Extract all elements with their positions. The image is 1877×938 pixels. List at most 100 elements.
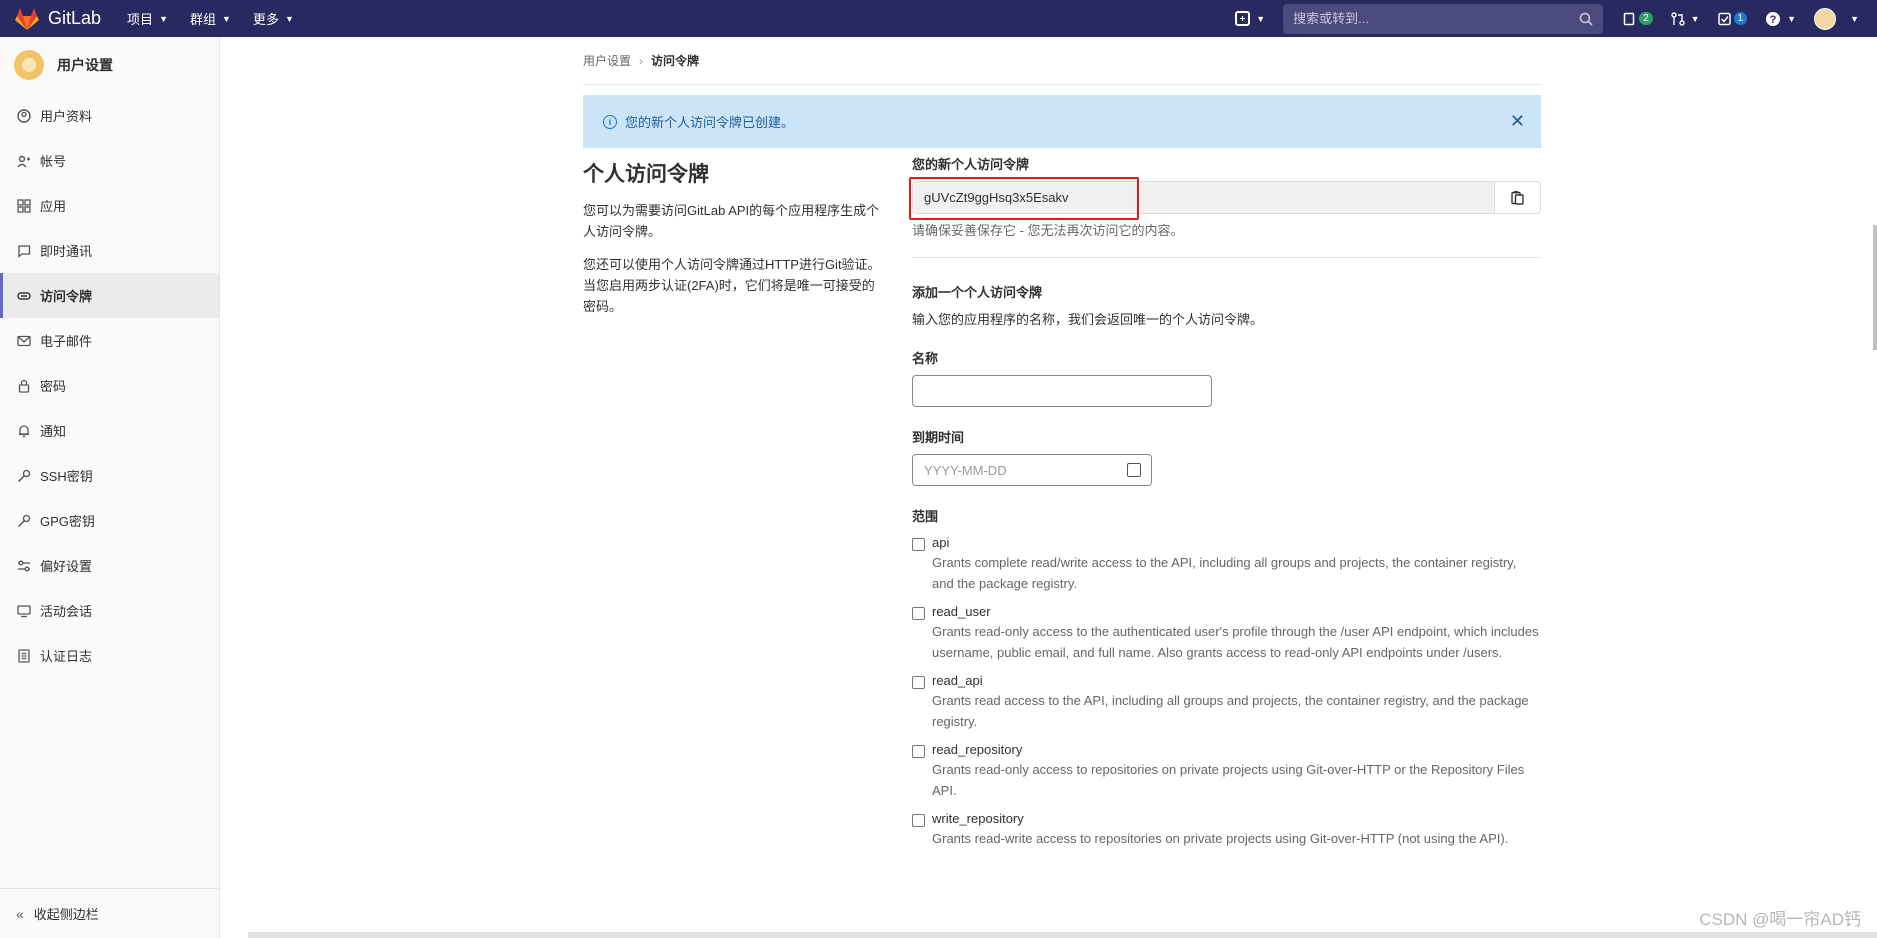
- sidebar-item-notifications[interactable]: 通知: [0, 408, 219, 453]
- copy-token-button[interactable]: [1494, 182, 1540, 213]
- breadcrumb-current[interactable]: 访问令牌: [651, 52, 699, 69]
- merge-requests-button[interactable]: ▼: [1670, 11, 1700, 26]
- divider: [912, 257, 1541, 258]
- chevron-down-icon: ▼: [284, 13, 294, 24]
- scope-name[interactable]: write_repository: [932, 811, 1508, 826]
- sidebar-item-applications[interactable]: 应用: [0, 183, 219, 228]
- top-navbar: GitLab 项目 ▼ 群组 ▼ 更多 ▼ ▼ 2 ▼ 1: [0, 0, 1877, 37]
- watermark: CSDN @喝一帘AD钙: [1699, 910, 1861, 929]
- scope-name[interactable]: read_api: [932, 673, 1541, 688]
- sidebar-item-label: 通知: [40, 424, 67, 439]
- sidebar-item-label: 偏好设置: [40, 559, 93, 574]
- sidebar-item-active-sessions[interactable]: 活动会话: [0, 588, 219, 633]
- plus-icon: [1235, 11, 1251, 26]
- sidebar-item-label: 用户资料: [40, 109, 93, 124]
- user-menu-button[interactable]: ▼: [1814, 7, 1859, 30]
- menu-more[interactable]: 更多 ▼: [253, 9, 294, 28]
- sidebar-item-profile[interactable]: 用户资料: [0, 93, 219, 138]
- sidebar-item-label: 访问令牌: [40, 289, 93, 304]
- sidebar-item-access-tokens[interactable]: 访问令牌: [0, 273, 219, 318]
- close-icon[interactable]: ✕: [1510, 111, 1525, 132]
- monitor-icon: [16, 603, 32, 619]
- help-button[interactable]: ? ▼: [1765, 11, 1796, 27]
- scope-read-repository: read_repository Grants read-only access …: [912, 742, 1541, 801]
- token-form: 您的新个人访问令牌 gUVcZt9ggHsq3x5Esakv 请确保妥善保存它 …: [909, 154, 1541, 849]
- horizontal-scrollbar[interactable]: [248, 932, 1877, 938]
- chevron-down-icon: ▼: [159, 13, 168, 24]
- intro-paragraph-1: 您可以为需要访问GitLab API的每个应用程序生成个人访问令牌。: [583, 203, 880, 239]
- chevron-down-icon: ▼: [222, 13, 231, 24]
- highlight-box: [909, 177, 1139, 220]
- avatar: [14, 50, 44, 80]
- merge-request-icon: [1670, 11, 1685, 26]
- sidebar-item-preferences[interactable]: 偏好设置: [0, 543, 219, 588]
- sidebar-item-chat[interactable]: 即时通讯: [0, 228, 219, 273]
- intro-section: 个人访问令牌 您可以为需要访问GitLab API的每个应用程序生成个人访问令牌…: [583, 154, 883, 329]
- scope-checkbox[interactable]: [912, 814, 925, 827]
- settings-sidebar: 用户设置 用户资料 帐号 应用 即时通讯 访问令牌 电子邮件 密码 通知 SSH…: [0, 37, 220, 938]
- scope-checkbox[interactable]: [912, 745, 925, 758]
- scope-description: Grants read-only access to the authentic…: [932, 624, 1539, 660]
- search-input[interactable]: [1293, 11, 1580, 26]
- calendar-icon[interactable]: [1127, 463, 1141, 477]
- scope-checkbox[interactable]: [912, 607, 925, 620]
- chevron-down-icon: ▼: [1690, 13, 1700, 24]
- collapse-sidebar-button[interactable]: « 收起侧边栏: [0, 888, 220, 938]
- todos-count-badge: 1: [1733, 12, 1748, 25]
- issues-icon: [1623, 12, 1635, 25]
- sidebar-item-label: 活动会话: [40, 604, 93, 619]
- scope-description: Grants read-write access to repositories…: [932, 831, 1509, 846]
- scope-name[interactable]: api: [932, 535, 1541, 550]
- add-token-subheading: 输入您的应用程序的名称，我们会返回唯一的个人访问令牌。: [912, 312, 1264, 327]
- new-dropdown-button[interactable]: ▼: [1235, 11, 1265, 26]
- menu-more-label: 更多: [252, 12, 279, 27]
- double-chevron-left-icon: «: [16, 905, 24, 922]
- add-token-heading: 添加一个个人访问令牌: [912, 285, 1043, 300]
- chevron-down-icon: ▼: [1256, 13, 1266, 24]
- sidebar-item-gpg-keys[interactable]: GPG密钥: [0, 498, 219, 543]
- svg-text:?: ?: [1770, 14, 1777, 26]
- sidebar-title: 用户设置: [57, 57, 113, 73]
- search-box[interactable]: [1283, 3, 1604, 34]
- chevron-right-icon: ›: [639, 53, 644, 68]
- sidebar-item-label: 即时通讯: [40, 244, 93, 259]
- menu-groups[interactable]: 群组 ▼: [190, 9, 231, 28]
- sidebar-item-password[interactable]: 密码: [0, 363, 219, 408]
- breadcrumb-parent[interactable]: 用户设置: [583, 52, 631, 69]
- menu-projects-label: 项目: [127, 12, 154, 27]
- vertical-scrollbar[interactable]: [1873, 225, 1877, 350]
- sidebar-item-ssh-keys[interactable]: SSH密钥: [0, 453, 219, 498]
- log-icon: [16, 648, 32, 664]
- menu-groups-label: 群组: [189, 12, 216, 27]
- chevron-down-icon: ▼: [1850, 13, 1859, 24]
- clipboard-icon: [1511, 191, 1524, 205]
- scope-name[interactable]: read_repository: [932, 742, 1541, 757]
- key-icon: [16, 468, 32, 484]
- brand[interactable]: GitLab: [14, 7, 101, 31]
- collapse-sidebar-label: 收起侧边栏: [33, 907, 99, 922]
- sidebar-item-auth-log[interactable]: 认证日志: [0, 633, 219, 678]
- expires-field: 到期时间 YYYY-MM-DD: [912, 427, 1541, 486]
- scope-name[interactable]: read_user: [932, 604, 1541, 619]
- menu-projects[interactable]: 项目 ▼: [127, 9, 168, 28]
- bell-icon: [16, 423, 32, 439]
- expires-placeholder: YYYY-MM-DD: [924, 462, 1007, 478]
- mail-icon: [16, 333, 32, 349]
- success-alert: i 您的新个人访问令牌已创建。 ✕: [583, 95, 1541, 148]
- sidebar-item-label: GPG密钥: [40, 514, 95, 529]
- todos-button[interactable]: 1: [1717, 12, 1748, 26]
- sidebar-item-account[interactable]: 帐号: [0, 138, 219, 183]
- scope-checkbox[interactable]: [912, 538, 925, 551]
- expires-date-input[interactable]: YYYY-MM-DD: [912, 454, 1152, 486]
- scope-checkbox[interactable]: [912, 676, 925, 689]
- sidebar-item-label: 帐号: [40, 154, 67, 169]
- name-input[interactable]: [912, 375, 1212, 407]
- issues-button[interactable]: 2: [1623, 12, 1653, 26]
- sidebar-item-label: 电子邮件: [40, 334, 93, 349]
- token-icon: [16, 288, 32, 304]
- sidebar-header[interactable]: 用户设置: [0, 37, 219, 93]
- sidebar-item-emails[interactable]: 电子邮件: [0, 318, 219, 363]
- alert-text: 您的新个人访问令牌已创建。: [625, 115, 795, 130]
- preferences-icon: [16, 558, 32, 574]
- expires-label: 到期时间: [912, 430, 965, 445]
